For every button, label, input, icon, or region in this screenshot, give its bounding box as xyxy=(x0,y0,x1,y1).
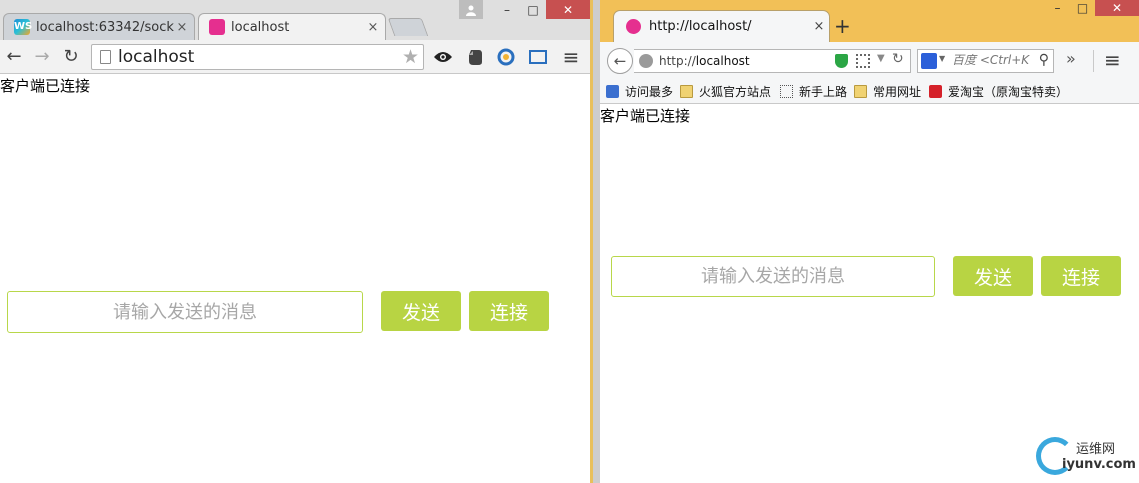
close-tab-icon[interactable]: × xyxy=(365,20,381,35)
connect-button[interactable]: 连接 xyxy=(469,291,549,331)
connection-status: 客户端已连接 xyxy=(0,77,91,95)
address-bar[interactable]: http://localhost ▼ ↻ xyxy=(634,49,911,73)
toolbar-separator xyxy=(1093,50,1094,72)
chrome-toolbar: ← → ↻ localhost ★ ≡ xyxy=(0,40,590,74)
page-viewport: 客户端已连接 发送 连接 xyxy=(0,75,590,483)
eye-extension-icon[interactable] xyxy=(432,46,454,68)
globe-icon xyxy=(639,54,653,68)
tab-title: localhost xyxy=(231,19,290,35)
user-profile-icon[interactable] xyxy=(459,0,483,19)
engine-dropdown-icon[interactable]: ▼ xyxy=(939,54,945,63)
dropdown-arrow-icon[interactable]: ▼ xyxy=(877,53,885,64)
bookmark-most-visited[interactable]: 访问最多 xyxy=(606,83,673,100)
baidu-icon[interactable] xyxy=(921,53,937,69)
chrome-window: WS localhost:63342/sockte × localhost × … xyxy=(0,0,590,483)
bookmark-star-icon[interactable]: ★ xyxy=(402,46,419,68)
send-button[interactable]: 发送 xyxy=(953,256,1033,296)
watermark-text: 运维网 xyxy=(1076,442,1116,457)
firefox-menu-icon[interactable]: ≡ xyxy=(1104,48,1121,72)
qr-code-icon[interactable] xyxy=(856,54,870,68)
chrome-tab-strip: WS localhost:63342/sockte × localhost × … xyxy=(0,0,590,40)
chrome-tab-sockets[interactable]: WS localhost:63342/sockte × xyxy=(3,13,195,40)
page-icon xyxy=(780,85,793,98)
taobao-icon xyxy=(929,85,942,98)
site-favicon-icon xyxy=(626,19,641,34)
new-tab-button[interactable] xyxy=(387,18,429,36)
page-icon xyxy=(100,50,111,64)
bookmark-label: 新手上路 xyxy=(799,85,848,99)
address-text: http://localhost xyxy=(659,54,750,68)
bookmark-getting-started[interactable]: 新手上路 xyxy=(780,83,847,100)
connect-button[interactable]: 连接 xyxy=(1041,256,1121,296)
shield-icon[interactable] xyxy=(835,54,848,68)
bookmark-firefox-official[interactable]: 火狐官方站点 xyxy=(680,83,771,100)
connection-status: 客户端已连接 xyxy=(600,107,691,125)
bookmark-taobao[interactable]: 爱淘宝（原淘宝特卖） xyxy=(929,83,1068,100)
firefox-window: http://localhost/ × + – □ ✕ ← http://loc… xyxy=(600,0,1139,483)
maximize-button[interactable]: □ xyxy=(520,0,546,19)
tab-title: localhost:63342/sockte xyxy=(36,19,174,35)
reload-icon[interactable]: ↻ xyxy=(892,51,904,67)
search-icon[interactable]: ⚲ xyxy=(1039,52,1049,68)
close-tab-icon[interactable]: × xyxy=(174,20,190,35)
maximize-button[interactable]: □ xyxy=(1070,0,1095,16)
sync-extension-icon[interactable] xyxy=(495,46,517,68)
minimize-button[interactable]: – xyxy=(1045,0,1070,16)
minimize-button[interactable]: – xyxy=(494,0,520,19)
chrome-menu-icon[interactable]: ≡ xyxy=(560,46,582,68)
firefox-tab-strip: http://localhost/ × + – □ ✕ xyxy=(600,0,1139,42)
page-viewport: 客户端已连接 发送 连接 xyxy=(600,105,1139,483)
firefox-navbar: ← http://localhost ▼ ↻ ▼ ⚲ » ≡ xyxy=(600,42,1139,78)
firefox-tab-localhost[interactable]: http://localhost/ × xyxy=(613,10,830,42)
chrome-tab-localhost[interactable]: localhost × xyxy=(198,13,386,40)
new-tab-button[interactable]: + xyxy=(834,14,851,38)
message-input[interactable] xyxy=(7,291,363,333)
reload-icon[interactable]: ↻ xyxy=(60,46,82,68)
evernote-icon[interactable] xyxy=(464,46,486,68)
folder-icon xyxy=(680,85,693,98)
close-window-button[interactable]: ✕ xyxy=(1095,0,1139,16)
bookmark-label: 访问最多 xyxy=(625,85,674,99)
webstorm-icon: WS xyxy=(14,19,32,35)
bookmark-label: 爱淘宝（原淘宝特卖） xyxy=(948,85,1069,99)
bookmarks-toolbar: 访问最多 火狐官方站点 新手上路 常用网址 爱淘宝（原淘宝特卖） xyxy=(600,78,1139,104)
overflow-chevron-icon[interactable]: » xyxy=(1066,49,1076,68)
back-icon[interactable]: ← xyxy=(3,46,25,68)
search-box[interactable]: ▼ ⚲ xyxy=(917,49,1054,73)
back-icon[interactable]: ← xyxy=(607,48,633,74)
bookmark-label: 火狐官方站点 xyxy=(699,85,772,99)
search-input[interactable] xyxy=(952,53,1032,67)
tab-title: http://localhost/ xyxy=(649,19,752,34)
bookmark-label: 常用网址 xyxy=(873,85,922,99)
window-divider xyxy=(590,0,600,483)
watermark-domain: iyunv.com xyxy=(1062,457,1136,472)
screen-capture-icon[interactable] xyxy=(527,46,549,68)
address-bar[interactable]: localhost ★ xyxy=(91,44,424,70)
address-text: localhost xyxy=(118,47,195,67)
close-tab-icon[interactable]: × xyxy=(809,19,829,34)
send-button[interactable]: 发送 xyxy=(381,291,461,331)
site-watermark: 运维网 iyunv.com xyxy=(1036,435,1136,479)
site-favicon-icon xyxy=(209,19,225,35)
close-window-button[interactable]: ✕ xyxy=(546,0,590,19)
message-input[interactable] xyxy=(611,256,935,297)
folder-icon xyxy=(854,85,867,98)
most-visited-icon xyxy=(606,85,619,98)
forward-icon[interactable]: → xyxy=(31,46,53,68)
bookmark-common-sites[interactable]: 常用网址 xyxy=(854,83,921,100)
